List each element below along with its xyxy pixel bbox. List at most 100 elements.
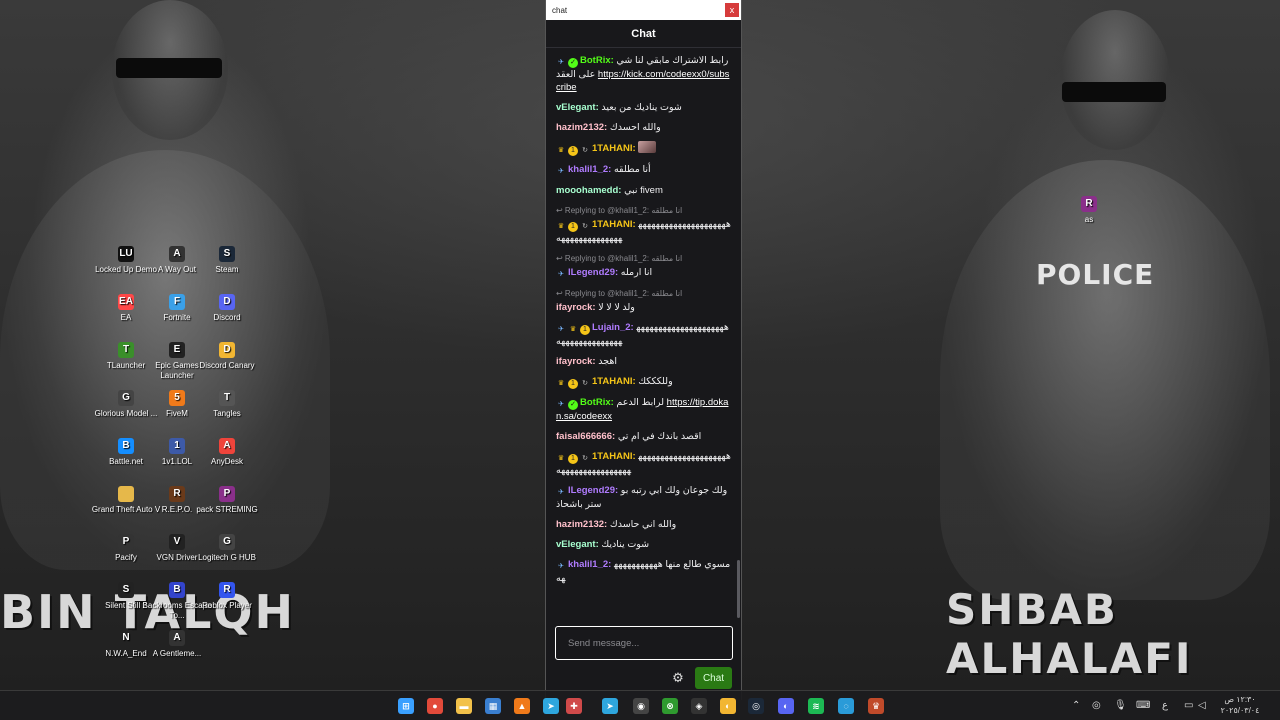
chat-message-text: اهجد	[598, 356, 618, 367]
bot-badge-icon: ✈	[558, 168, 564, 175]
chat-username[interactable]: khalil1_2:	[568, 164, 611, 175]
capcut-icon[interactable]: ◈	[691, 698, 707, 714]
language-indicator[interactable]: ع	[1162, 698, 1168, 714]
desktop-icon-17[interactable]: Ppack STREMING	[191, 486, 263, 515]
chat-message-list[interactable]: ✈ ✓ BotRix: رابط الاشتراك مابقي لنا شي على…	[546, 50, 741, 618]
chat-message: ✈ khalil1_2: أنا مطلقه	[556, 163, 731, 177]
refresh-badge-icon: ↻	[582, 147, 588, 154]
gear-icon[interactable]: ⚙	[670, 670, 686, 686]
battlenet-icon: B	[118, 438, 134, 454]
spotify-icon[interactable]: ≋	[808, 698, 824, 714]
bot-badge-icon: ✈	[558, 271, 564, 278]
edge-icon[interactable]: ◌	[838, 698, 854, 714]
wallpaper-police-patch: POLICE	[1036, 258, 1155, 291]
snipping-tool-icon[interactable]: ✚	[566, 698, 582, 714]
chat-message-text: والله احسدك	[609, 122, 661, 133]
crown-badge-icon: ♛	[569, 326, 577, 333]
telegram-icon[interactable]: ➤	[543, 698, 559, 714]
chat-username[interactable]: hazim2132:	[556, 122, 607, 133]
steam-icon[interactable]: ◎	[748, 698, 764, 714]
chat-message-text: اقصد باندك في ام تي	[617, 431, 702, 442]
tray-chevron-up-icon[interactable]: ⌃	[1072, 698, 1080, 714]
desktop-icon-8[interactable]: D Discord Canary	[191, 342, 263, 371]
chat-username[interactable]: lLegend29:	[568, 267, 618, 278]
fivem-icon[interactable]: ▲	[514, 698, 530, 714]
clock-time: ١٢:٣٠ ص	[1224, 695, 1256, 704]
desktop-icon-23[interactable]: R Roblox Player	[191, 582, 263, 611]
vgn-icon: V	[169, 534, 185, 550]
telegram-icon-2[interactable]: ➤	[602, 698, 618, 714]
chat-message: mooohamedd: نبي fivem	[556, 184, 731, 197]
close-button[interactable]: x	[725, 3, 739, 17]
chat-message: ✈ khalil1_2: مسوي طالع منها ههههههههههههه	[556, 558, 731, 585]
chat-message-text: شوت يناديك	[601, 539, 650, 550]
chat-message-text: شوت يناديك من بعيد	[601, 102, 682, 113]
desktop-icon-20[interactable]: G Logitech G HUB	[191, 534, 263, 563]
discord-icon: D	[219, 294, 235, 310]
chat-username[interactable]: vElegant:	[556, 539, 599, 550]
desktop-icon-25[interactable]: A A Gentleme...	[141, 630, 213, 659]
start-icon[interactable]: ⊞	[398, 698, 414, 714]
chat-username[interactable]: 1TAHANI:	[592, 143, 636, 154]
system-clock[interactable]: ١٢:٣٠ ص ٢٠٢٥/٠٣/٠٤	[1210, 694, 1270, 716]
network-icon[interactable]: ▭	[1184, 698, 1193, 714]
coin-badge-icon: 1	[568, 379, 578, 389]
chat-username[interactable]: vElegant:	[556, 102, 599, 113]
chat-username[interactable]: 1TAHANI:	[592, 219, 636, 230]
bot-badge-icon: ✈	[558, 59, 564, 66]
keyboard-icon[interactable]: ⌨	[1136, 698, 1150, 714]
file-explorer-icon[interactable]: ▬	[456, 698, 472, 714]
chat-message-text: وللكككك	[638, 376, 673, 387]
reply-context[interactable]: ↩ Replying to @khalil1_2: انا مطلقه	[556, 204, 731, 217]
tangles-icon: T	[219, 390, 235, 406]
chat-username[interactable]: 1TAHANI:	[592, 451, 636, 462]
logitech-icon: G	[219, 534, 235, 550]
store-icon[interactable]: ▦	[485, 698, 501, 714]
chat-username[interactable]: hazim2132:	[556, 519, 607, 530]
chat-message-line: ✈ ♛ 1 Lujain_2: ههههههههههههههههههههههههههه…	[556, 321, 731, 348]
chat-message: ↩ Replying to @khalil1_2: انا مطلقه ifayr…	[556, 287, 731, 314]
chat-username[interactable]: Lujain_2:	[592, 322, 634, 333]
reply-context[interactable]: ↩ Replying to @khalil1_2: انا مطلقه	[556, 287, 731, 300]
bot-badge-icon: ✈	[558, 489, 564, 496]
chat-username[interactable]: faisal666666:	[556, 431, 615, 442]
chat-username[interactable]: khalil1_2:	[568, 559, 611, 570]
desktop-icon-label: AnyDesk	[210, 457, 243, 466]
xbox-icon[interactable]: ⊗	[662, 698, 678, 714]
chat-message-line: ✈ lLegend29: انا ارمله	[556, 266, 731, 280]
chat-message-text: انا ارمله	[620, 267, 653, 278]
window-titlebar[interactable]: chat x	[546, 0, 741, 20]
discord-canary-icon[interactable]: ◐	[720, 698, 736, 714]
glorious-icon: G	[118, 390, 134, 406]
chat-username[interactable]: BotRix:	[580, 55, 614, 66]
chrome-icon[interactable]: ●	[427, 698, 443, 714]
chat-username[interactable]: ifayrock:	[556, 356, 596, 367]
microphone-icon[interactable]: 🎙	[1114, 698, 1127, 714]
backrooms-icon: B	[169, 582, 185, 598]
volume-icon[interactable]: ◁	[1198, 698, 1206, 714]
chat-username[interactable]: ifayrock:	[556, 302, 596, 313]
kick-app-icon[interactable]: ♛	[868, 698, 884, 714]
chat-username[interactable]: 1TAHANI:	[592, 376, 636, 387]
desktop-icon-11[interactable]: T Tangles	[191, 390, 263, 419]
chat-username[interactable]: lLegend29:	[568, 485, 618, 496]
fivem-icon: 5	[169, 390, 185, 406]
discord-icon[interactable]: ◐	[778, 698, 794, 714]
chat-message: ♛ 1 ↻ 1TAHANI: وللكككك	[556, 375, 731, 389]
chat-message-line: ✈ ✓ BotRix: رابط الاشتراك مابقي لنا شي على…	[556, 54, 731, 94]
chat-username[interactable]: mooohamedd:	[556, 185, 621, 196]
reply-context[interactable]: ↩ Replying to @khalil1_2: انا مطلقه	[556, 252, 731, 265]
send-chat-button[interactable]: Chat	[695, 667, 732, 689]
bot-badge-icon: ✈	[558, 563, 564, 570]
chat-username[interactable]: BotRix:	[580, 397, 614, 408]
chat-scrollbar[interactable]	[737, 560, 740, 618]
message-input[interactable]	[556, 627, 732, 659]
desktop-icon-as[interactable]: R as	[1053, 196, 1125, 225]
desktop-icon-2[interactable]: S Steam	[191, 246, 263, 275]
obs-icon[interactable]: ◉	[633, 698, 649, 714]
tray-app-icon[interactable]: ◎	[1092, 698, 1101, 714]
chat-message-line: hazim2132: والله اني حاسدك	[556, 518, 731, 531]
desktop-icon-5[interactable]: D Discord	[191, 294, 263, 323]
desktop-icon-14[interactable]: A AnyDesk	[191, 438, 263, 467]
desktop-icon-label: Discord Canary	[199, 361, 255, 370]
